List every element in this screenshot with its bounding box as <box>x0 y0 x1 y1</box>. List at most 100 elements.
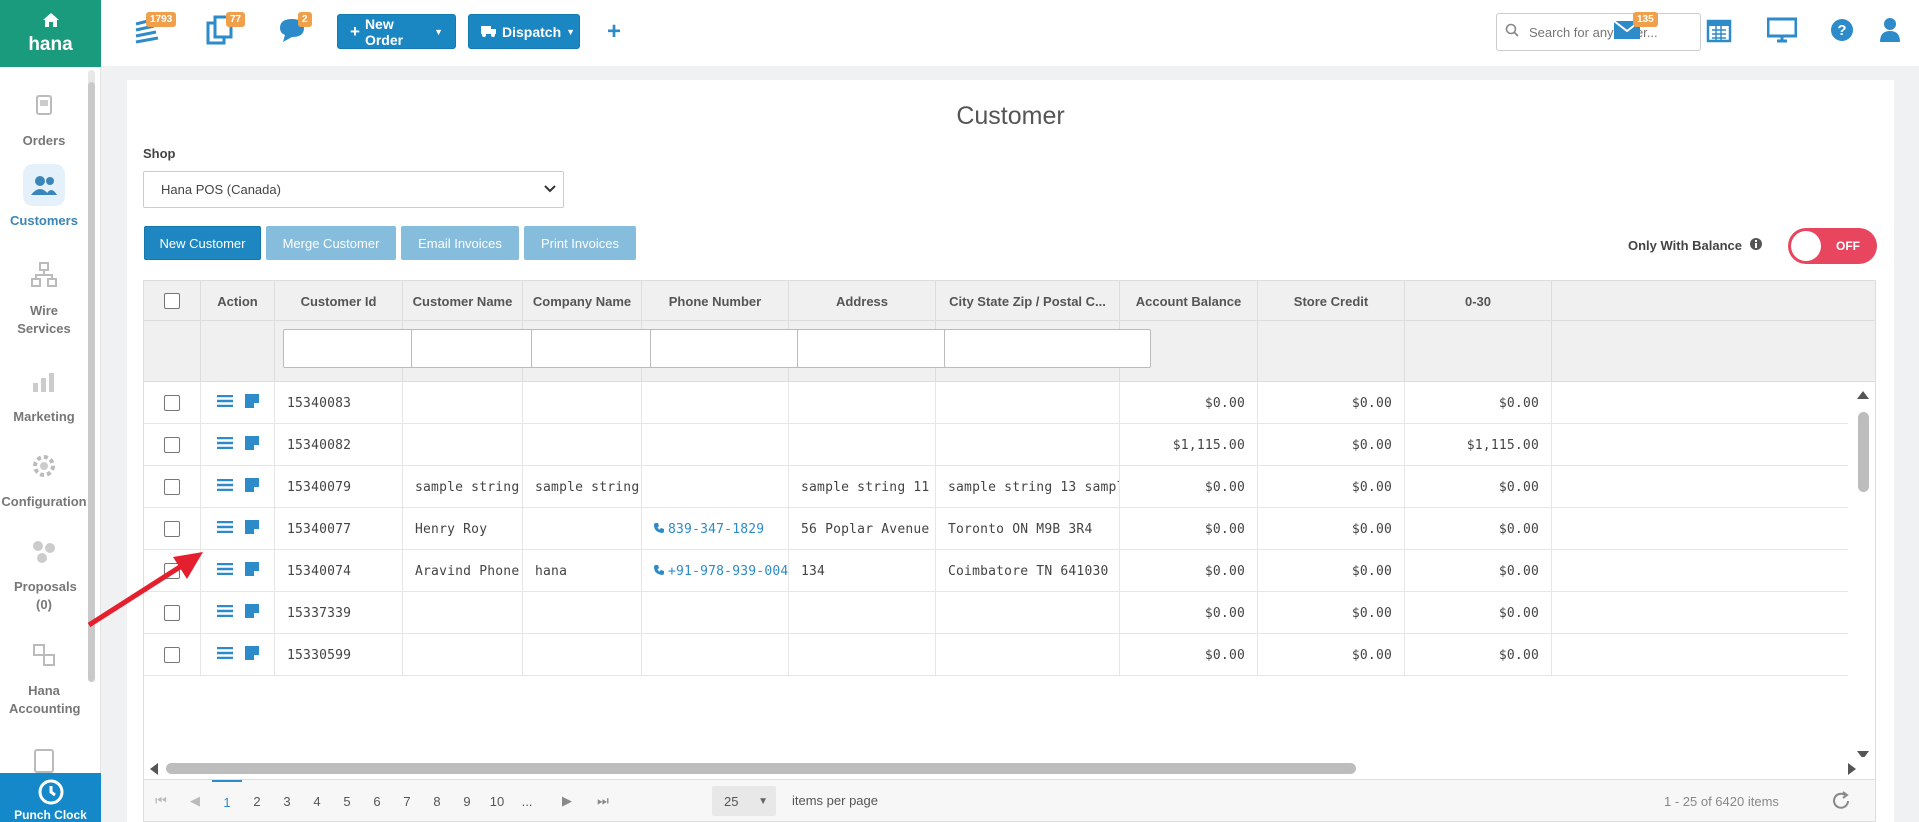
page-1-button[interactable]: 1 <box>212 780 242 821</box>
menu-icon[interactable] <box>216 520 233 537</box>
new-order-button[interactable]: + New Order ▼ <box>337 14 456 49</box>
scroll-left-icon[interactable] <box>150 762 158 780</box>
shop-select[interactable]: Hana POS (Canada) <box>143 171 564 208</box>
note-icon[interactable] <box>244 604 259 622</box>
column-header[interactable]: Customer Name <box>403 281 523 321</box>
scroll-up-icon[interactable] <box>1857 386 1869 404</box>
column-header[interactable]: 0-30 <box>1405 281 1552 321</box>
menu-icon[interactable] <box>216 478 233 495</box>
sidebar-item-proposals[interactable]: Proposals (0) <box>0 530 88 614</box>
help-button[interactable]: ? <box>1824 14 1860 50</box>
customer-name-filter[interactable] <box>411 329 541 368</box>
search-box[interactable] <box>1496 13 1701 51</box>
column-header[interactable]: Action <box>201 281 275 321</box>
page-6-button[interactable]: 6 <box>362 780 392 821</box>
stack-button[interactable]: 1793 <box>128 12 177 50</box>
note-icon[interactable] <box>244 436 259 454</box>
horizontal-scroll-thumb[interactable] <box>166 763 1356 774</box>
page-2-button[interactable]: 2 <box>242 780 272 821</box>
user-button[interactable] <box>1872 14 1908 50</box>
note-icon[interactable] <box>244 478 259 496</box>
row-checkbox[interactable] <box>164 437 180 453</box>
cell-id: 15340079 <box>275 466 403 508</box>
column-header[interactable]: City State Zip / Postal C... <box>936 281 1120 321</box>
cell-phone[interactable]: +91-978-939-0040 <box>642 550 789 592</box>
chat-button[interactable]: 2 <box>274 12 312 50</box>
add-icon[interactable]: + <box>596 14 632 50</box>
menu-icon[interactable] <box>216 646 233 663</box>
page-4-button[interactable]: 4 <box>302 780 332 821</box>
sidebar-item-orders[interactable]: Orders <box>0 84 88 150</box>
menu-icon[interactable] <box>216 604 233 621</box>
column-header[interactable]: Account Balance <box>1120 281 1258 321</box>
dispatch-button[interactable]: Dispatch ▼ <box>468 14 580 49</box>
column-header[interactable]: Customer Id <box>275 281 403 321</box>
note-icon[interactable] <box>244 394 259 412</box>
column-header[interactable]: Company Name <box>523 281 642 321</box>
last-page-button[interactable]: ⏭ <box>586 780 620 821</box>
home-logo[interactable]: hana <box>0 0 101 67</box>
page-7-button[interactable]: 7 <box>392 780 422 821</box>
select-all-checkbox[interactable] <box>164 293 180 309</box>
next-page-button[interactable]: ▶ <box>550 780 584 821</box>
sidebar-item-configuration[interactable]: Configuration <box>0 445 88 511</box>
phone-link[interactable]: 839-347-1829 <box>668 522 764 537</box>
table-row[interactable]: 15340077 Henry Roy 839-347-1829 56 Poplar A… <box>144 508 1848 550</box>
column-header[interactable]: Store Credit <box>1258 281 1405 321</box>
monitor-button[interactable] <box>1764 14 1800 50</box>
table-row[interactable]: 15340082 $1,115.00 $0.00 $1,115.00 <box>144 424 1848 466</box>
page-9-button[interactable]: 9 <box>452 780 482 821</box>
address-filter[interactable] <box>797 329 959 368</box>
note-icon[interactable] <box>244 520 259 538</box>
cell-phone[interactable]: 839-347-1829 <box>642 508 789 550</box>
page-10-button[interactable]: 10 <box>482 780 512 821</box>
page-3-button[interactable]: 3 <box>272 780 302 821</box>
punch-clock-button[interactable]: Punch Clock <box>0 773 101 822</box>
menu-icon[interactable] <box>216 562 233 579</box>
sidebar-item-hana-accounting[interactable]: Hana Accounting <box>0 634 88 718</box>
merge-customer-button[interactable]: Merge Customer <box>266 226 396 260</box>
per-page-select[interactable]: 25 ▼ <box>712 786 776 816</box>
grid-vertical-scrollbar[interactable] <box>1851 382 1875 759</box>
refresh-icon[interactable] <box>1830 790 1852 815</box>
grid-horizontal-scrollbar[interactable] <box>144 757 1875 779</box>
scroll-right-icon[interactable] <box>1848 762 1856 780</box>
calendar-button[interactable] <box>1701 14 1737 50</box>
page-8-button[interactable]: 8 <box>422 780 452 821</box>
row-checkbox[interactable] <box>164 479 180 495</box>
menu-icon[interactable] <box>216 436 233 453</box>
print-invoices-button[interactable]: Print Invoices <box>524 226 636 260</box>
sidebar-item-customers[interactable]: Customers <box>0 164 88 230</box>
phone-link[interactable]: +91-978-939-0040 <box>668 564 788 579</box>
row-checkbox[interactable] <box>164 395 180 411</box>
table-row[interactable]: 15330599 $0.00 $0.00 $0.00 <box>144 634 1848 676</box>
note-icon[interactable] <box>244 562 259 580</box>
page-5-button[interactable]: 5 <box>332 780 362 821</box>
plus-icon: + <box>350 21 360 41</box>
first-page-button[interactable]: ⏮ <box>144 780 178 821</box>
table-row[interactable]: 15340079sample string 8...sample string … <box>144 466 1848 508</box>
menu-icon[interactable] <box>216 394 233 411</box>
page-more-button[interactable]: ... <box>512 780 542 821</box>
row-checkbox[interactable] <box>164 647 180 663</box>
company-name-filter[interactable] <box>531 329 660 368</box>
new-customer-button[interactable]: New Customer <box>144 226 261 260</box>
table-row[interactable]: 15340083 $0.00 $0.00 $0.00 <box>144 382 1848 424</box>
customer-grid: Action Customer Id Customer Name Company… <box>143 280 1876 822</box>
note-icon[interactable] <box>244 646 259 664</box>
table-row[interactable]: 15340074Aravind Phone ...hana +91-978-939… <box>144 550 1848 592</box>
column-header[interactable]: Address <box>789 281 936 321</box>
customer-id-filter[interactable] <box>283 329 422 368</box>
sidebar-item-wire-services[interactable]: Wire Services <box>0 254 88 338</box>
sidebar-item-marketing[interactable]: Marketing <box>0 360 88 426</box>
vertical-scroll-thumb[interactable] <box>1858 412 1869 492</box>
mail-button[interactable]: 135 <box>1609 12 1658 50</box>
column-header[interactable]: Phone Number <box>642 281 789 321</box>
copy-button[interactable]: 77 <box>202 12 246 50</box>
filter-cell <box>403 321 541 382</box>
prev-page-button[interactable]: ◀ <box>178 780 212 821</box>
only-with-balance-toggle[interactable]: OFF <box>1788 228 1877 264</box>
per-page-label: items per page <box>792 793 878 808</box>
table-row[interactable]: 15337339 $0.00 $0.00 $0.00 <box>144 592 1848 634</box>
email-invoices-button[interactable]: Email Invoices <box>401 226 519 260</box>
